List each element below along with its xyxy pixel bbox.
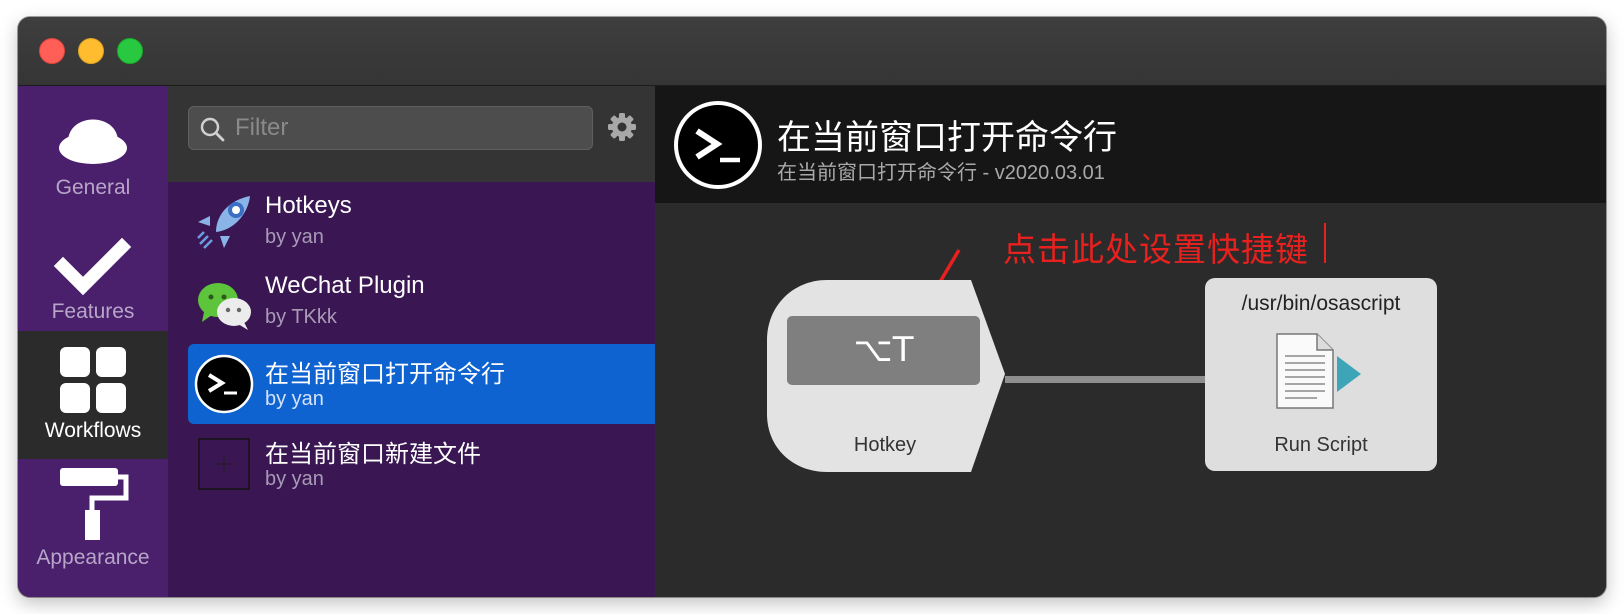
grid-icon [60,347,126,413]
workflow-title: 在当前窗口打开命令行 [265,361,505,388]
alfred-preferences-window: General Features Workflows Appearance Fi… [18,17,1606,597]
workflow-description: 在当前窗口打开命令行 - v2020.03.01 [777,162,1105,184]
sidebar-item-label: General [55,176,131,199]
workflow-name: 在当前窗口打开命令行 [777,119,1117,157]
hat-icon [59,119,127,164]
run-script-label: Run Script [1274,434,1368,456]
workflow-author: by TKkk [265,306,337,328]
run-script-node[interactable]: /usr/bin/osascript Run Script [1205,278,1437,471]
close-button[interactable] [39,38,65,64]
terminal-icon[interactable] [673,100,763,190]
script-path: /usr/bin/osascript [1241,292,1401,315]
title-bar [18,17,1606,86]
sidebar-item-features[interactable]: Features [18,214,168,342]
workflow-author: by yan [265,226,324,248]
category-sidebar: General Features Workflows Appearance [18,86,168,597]
checkmark-icon [53,237,132,296]
filter-field[interactable] [188,106,593,150]
hotkey-node-label: Hotkey [853,434,917,456]
workflow-item[interactable]: Hotkeys by yan [188,182,655,262]
text-cursor [1324,223,1326,263]
sidebar-item-appearance[interactable]: Appearance [18,458,168,586]
annotation-text: 点击此处设置快捷键 [1003,231,1309,268]
workflow-author: by yan [265,468,324,490]
filter-bar [168,86,655,182]
workflow-item[interactable]: 在当前窗口新建文件 by yan [188,424,655,504]
sidebar-item-label: Workflows [44,419,142,442]
workflow-editor: 在当前窗口打开命令行 在当前窗口打开命令行 - v2020.03.01 点击此处… [655,86,1606,597]
filter-input[interactable] [233,111,577,145]
paint-roller-icon [60,468,129,540]
placeholder-icon [198,438,250,490]
zoom-button[interactable] [117,38,143,64]
workflow-title: WeChat Plugin [265,272,425,299]
sidebar-item-label: Features [51,300,135,323]
sidebar-item-general[interactable]: General [18,86,168,214]
workflow-item[interactable]: WeChat Plugin by TKkk [188,262,655,342]
connection-line [1005,376,1210,383]
workflow-list-pane: Hotkeys by yan WeChat Plugin by TKkk [168,86,655,597]
rocket-icon [197,196,250,249]
script-document-icon [1276,333,1361,409]
wechat-icon [198,283,251,330]
gear-icon[interactable] [607,112,637,142]
minimize-button[interactable] [78,38,104,64]
terminal-icon [194,354,254,414]
sidebar-item-workflows[interactable]: Workflows [18,331,168,459]
workflow-author: by yan [265,388,324,410]
search-icon [200,117,225,142]
workflow-item-selected[interactable]: 在当前窗口打开命令行 by yan [188,344,655,424]
sidebar-item-label: Appearance [36,546,150,569]
workflow-header: 在当前窗口打开命令行 在当前窗口打开命令行 - v2020.03.01 [655,86,1606,203]
workflow-title: 在当前窗口新建文件 [265,441,481,468]
hotkey-shortcut-field[interactable]: ⌥T [787,316,980,385]
workflow-title: Hotkeys [265,192,352,219]
